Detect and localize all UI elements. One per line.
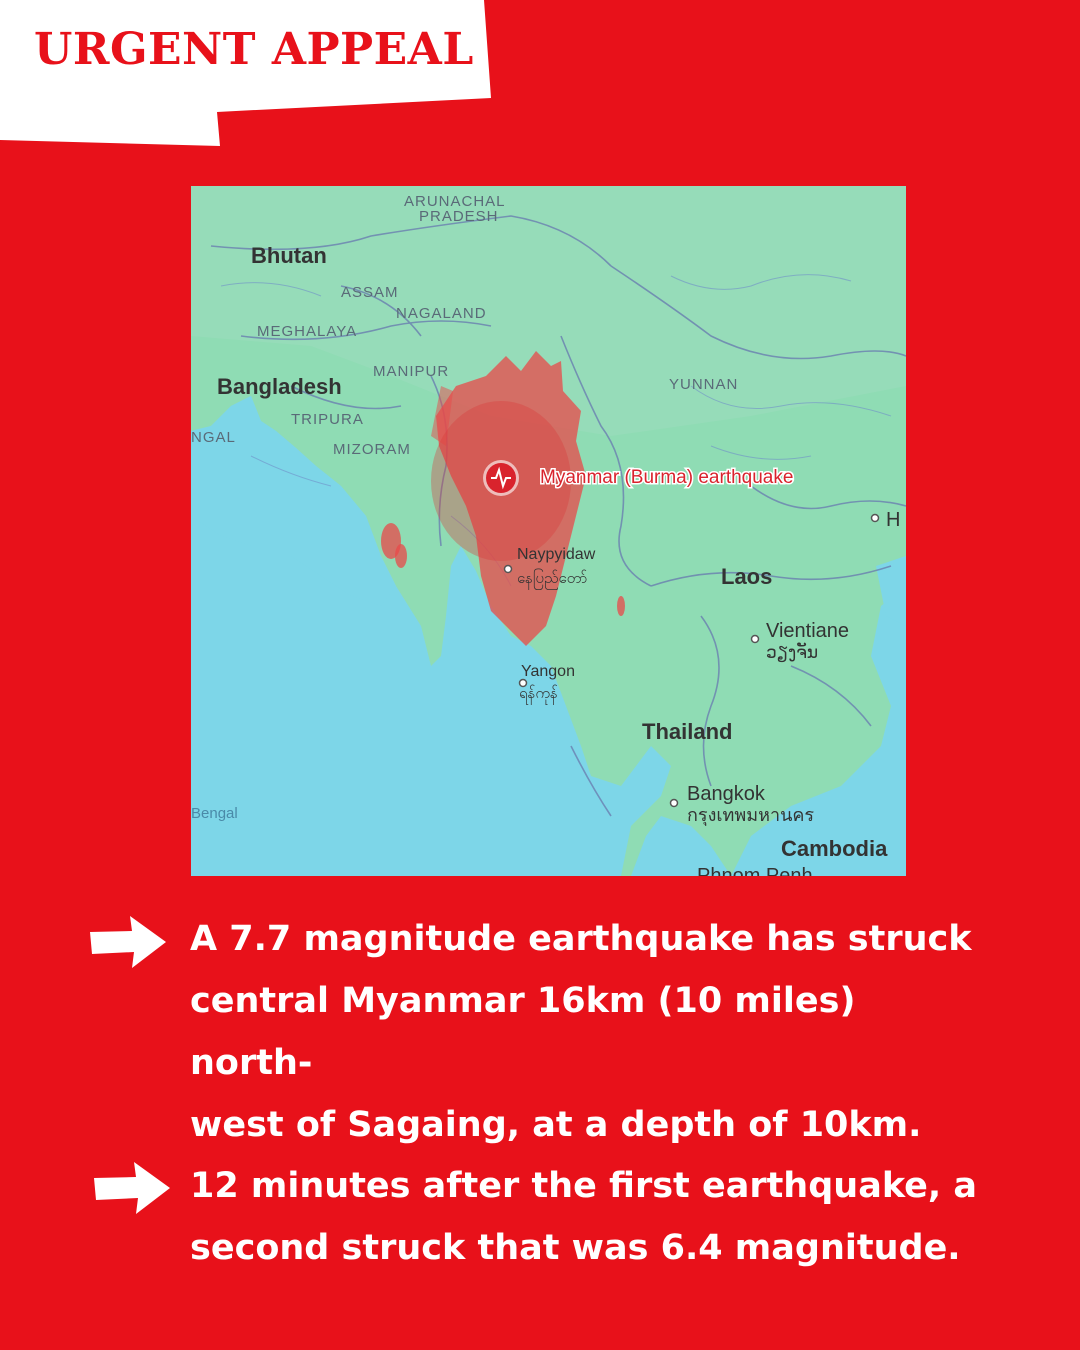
label-bengal: Bengal xyxy=(191,805,238,822)
label-meghalaya: MEGHALAYA xyxy=(257,323,357,340)
bullet-2-line-1: 12 minutes after the first earthquake, a xyxy=(190,1166,977,1206)
label-yangon: Yangon xyxy=(521,663,575,680)
label-thailand: Thailand xyxy=(642,719,732,744)
label-bangladesh: Bangladesh xyxy=(217,374,342,399)
naypyidaw-dot xyxy=(503,564,513,574)
banner-background xyxy=(0,0,491,146)
label-vientiane: Vientiane xyxy=(766,620,849,642)
label-yangon-local: ရန်ကုန် xyxy=(519,684,558,705)
arrow-right-icon xyxy=(94,1162,170,1214)
arrow-right-icon xyxy=(90,916,166,968)
label-naypyidaw: Naypyidaw xyxy=(517,546,596,563)
label-bangkok-local: กรุงเทพมหานคร xyxy=(687,805,814,826)
label-yunnan: YUNNAN xyxy=(669,376,738,393)
label-naypyidaw-local: နေပြည်တော် xyxy=(517,568,587,590)
label-phnom-penh: Phnom Penh xyxy=(697,865,813,876)
earthquake-map[interactable]: ARUNACHAL PRADESH ASSAM NAGALAND MEGHALA… xyxy=(191,186,906,876)
label-tripura: TRIPURA xyxy=(291,411,364,428)
label-laos: Laos xyxy=(721,564,772,589)
label-cambodia: Cambodia xyxy=(781,836,888,861)
bullet-text-magnitude: A 7.7 magnitude earthquake has struck ce… xyxy=(190,908,990,1156)
bullet-1-line-3: west of Sagaing, at a depth of 10km. xyxy=(190,1105,922,1145)
bullet-1-line-1: A 7.7 magnitude earthquake has struck xyxy=(190,919,972,959)
label-ngal: NGAL xyxy=(191,429,236,446)
label-mizoram: MIZORAM xyxy=(333,441,411,458)
label-manipur: MANIPUR xyxy=(373,363,449,380)
label-earthquake[interactable]: Myanmar (Burma) earthquake xyxy=(539,466,795,490)
label-h: H xyxy=(886,509,900,531)
bangkok-dot xyxy=(669,798,679,808)
urgent-appeal-title: URGENT APPEAL xyxy=(34,24,474,75)
label-vientiane-local: ວຽງຈັນ xyxy=(766,641,818,663)
bullet-2-line-2: second struck that was 6.4 magnitude. xyxy=(190,1228,961,1268)
vientiane-dot xyxy=(750,634,760,644)
h-city-dot xyxy=(870,513,880,523)
label-bangkok: Bangkok xyxy=(687,783,766,805)
label-nagaland: NAGALAND xyxy=(396,305,487,322)
bullet-1-line-2: central Myanmar 16km (10 miles) north- xyxy=(190,981,856,1083)
label-assam: ASSAM xyxy=(341,284,399,301)
earthquake-marker-icon[interactable] xyxy=(483,460,519,496)
label-bhutan: Bhutan xyxy=(251,243,327,268)
bullet-text-second-quake: 12 minutes after the first earthquake, a… xyxy=(190,1155,990,1279)
label-pradesh: PRADESH xyxy=(419,208,499,225)
